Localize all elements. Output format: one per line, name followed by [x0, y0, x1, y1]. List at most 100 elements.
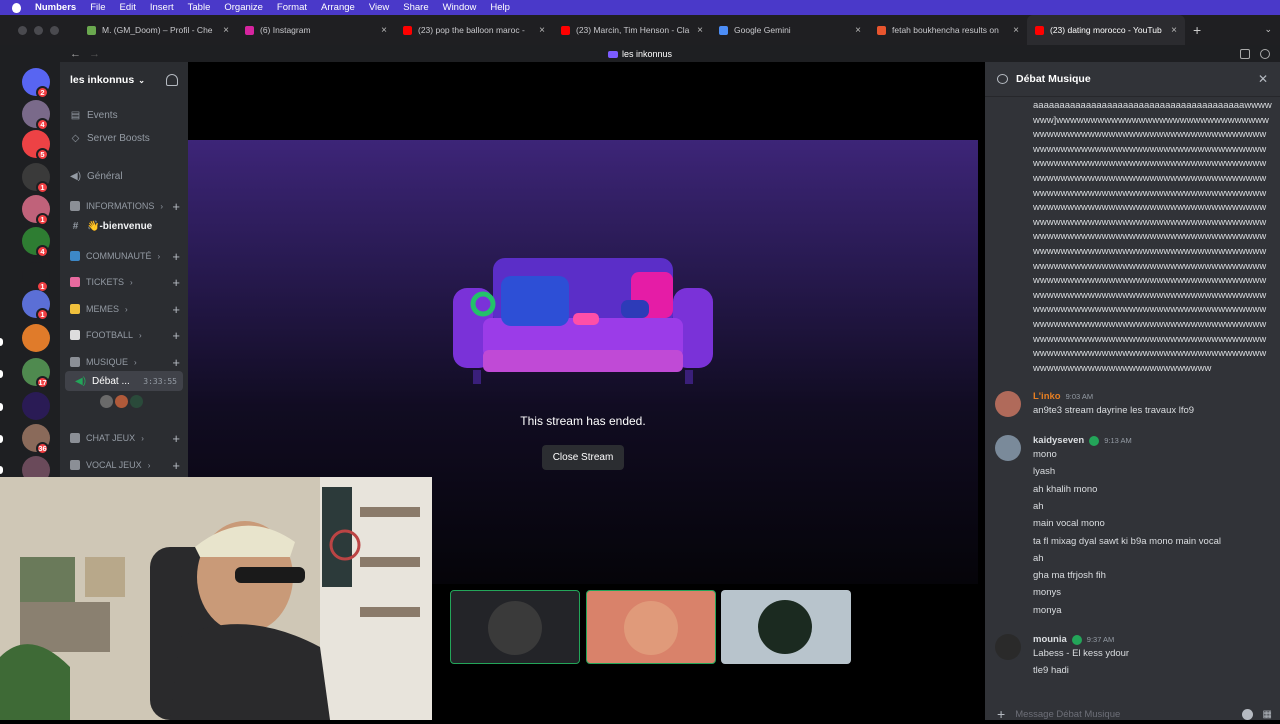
create-channel-plus-icon[interactable]: +: [172, 275, 180, 290]
close-tab-icon[interactable]: ×: [381, 25, 387, 36]
channel-label: Events: [87, 109, 118, 121]
server-header[interactable]: les inkonnus ⌄: [60, 62, 188, 98]
close-tab-icon[interactable]: ×: [855, 25, 861, 36]
participant-tile-3[interactable]: [721, 590, 851, 664]
message-timestamp: 9:13 AM: [1104, 436, 1132, 445]
user-avatar[interactable]: [995, 634, 1021, 660]
close-stream-button[interactable]: Close Stream: [542, 445, 624, 470]
menu-app-name[interactable]: Numbers: [35, 2, 76, 13]
tab-favicon-icon: [561, 25, 570, 35]
create-channel-plus-icon[interactable]: +: [172, 431, 180, 446]
channel-category[interactable]: TICKETS › +: [60, 272, 188, 292]
invite-user-icon[interactable]: [166, 74, 178, 86]
message-text: ah: [1033, 552, 1044, 564]
close-tab-icon[interactable]: ×: [1171, 25, 1177, 36]
channel-category[interactable]: VOCAL JEUX › +: [60, 455, 188, 475]
unread-badge: 4: [36, 118, 49, 131]
chevron-right-icon: ›: [125, 304, 128, 314]
message-author[interactable]: kaidyseven: [1033, 435, 1084, 446]
chevron-right-icon: ›: [134, 357, 137, 367]
new-tab-icon[interactable]: +: [1193, 22, 1201, 38]
verified-badge-icon: [1071, 634, 1082, 645]
participant-avatar[interactable]: [130, 395, 143, 408]
apple-menu-icon[interactable]: [12, 2, 21, 13]
server-link[interactable]: ▤ Events: [60, 105, 188, 125]
channel-category[interactable]: CHAT JEUX › +: [60, 428, 188, 448]
minimize-window-icon[interactable]: [34, 25, 43, 35]
participant-avatar[interactable]: [100, 395, 113, 408]
text-channel[interactable]: # 👋-bienvenue: [60, 216, 188, 236]
menu-file[interactable]: File: [90, 2, 105, 13]
apps-grid-icon[interactable]: ▦: [1263, 709, 1272, 720]
server-avatar-10-icon[interactable]: [22, 392, 50, 420]
chevron-right-icon: ›: [157, 251, 161, 261]
category-emoji-icon: [70, 201, 80, 211]
create-channel-plus-icon[interactable]: +: [172, 328, 180, 343]
participant-avatar: [624, 601, 678, 655]
close-chat-icon[interactable]: ✕: [1258, 72, 1268, 86]
help-icon[interactable]: [1260, 48, 1270, 59]
browser-tab[interactable]: (6) Instagram ×: [237, 15, 395, 45]
server-avatar-8-icon[interactable]: [22, 324, 50, 352]
channel-category[interactable]: MEMES › +: [60, 299, 188, 319]
menu-edit[interactable]: Edit: [120, 2, 136, 13]
browser-tab[interactable]: (23) Marcin, Tim Henson - Cla ×: [553, 15, 711, 45]
browser-tab[interactable]: (23) pop the balloon maroc - ×: [395, 15, 553, 45]
server-unread-pip: [0, 338, 3, 346]
participant-avatar[interactable]: [115, 395, 128, 408]
tab-search-chevron-icon[interactable]: ⌄: [1264, 24, 1272, 35]
participant-avatar: [758, 600, 812, 654]
channel-category[interactable]: COMMUNAUTÉ › +: [60, 246, 188, 266]
page-title: les inkonnus: [621, 48, 673, 59]
menu-format[interactable]: Format: [277, 2, 307, 13]
unread-badge: 1: [36, 181, 49, 194]
close-tab-icon[interactable]: ×: [1013, 25, 1019, 36]
message-text: main vocal mono: [1033, 518, 1105, 530]
channel-category[interactable]: FOOTBALL › +: [60, 325, 188, 345]
menu-organize[interactable]: Organize: [224, 2, 263, 13]
channel-category[interactable]: INFORMATIONS › +: [60, 196, 188, 216]
create-channel-plus-icon[interactable]: +: [172, 249, 180, 264]
category-label: MUSIQUE: [86, 357, 129, 367]
user-avatar[interactable]: [995, 435, 1021, 461]
page-title-bar: les inkonnus: [0, 49, 1280, 59]
browser-tab[interactable]: Google Gemini ×: [711, 15, 869, 45]
category-emoji-icon: [70, 357, 80, 367]
browser-tab[interactable]: M. (GM_Doom) – Profil - Che ×: [79, 15, 237, 45]
tab-favicon-icon: [245, 25, 254, 35]
zoom-window-icon[interactable]: [50, 25, 59, 35]
participant-avatar: [488, 601, 542, 655]
browser-tab[interactable]: (23) dating morocco - YouTub ×: [1027, 15, 1185, 45]
close-tab-icon[interactable]: ×: [223, 25, 229, 36]
create-channel-plus-icon[interactable]: +: [172, 199, 180, 214]
channel-category[interactable]: MUSIQUE › +: [60, 352, 188, 372]
voice-channel[interactable]: ◀) Général: [60, 166, 188, 186]
menu-insert[interactable]: Insert: [150, 2, 174, 13]
create-channel-plus-icon[interactable]: +: [172, 355, 180, 370]
message-input[interactable]: [1015, 708, 1232, 720]
message-author[interactable]: L'inko: [1033, 391, 1061, 402]
menu-view[interactable]: View: [369, 2, 389, 13]
voice-channel-active[interactable]: ◀) Débat ... 3:33:55: [65, 371, 183, 391]
menu-help[interactable]: Help: [490, 2, 510, 13]
user-avatar[interactable]: [995, 391, 1021, 417]
menu-window[interactable]: Window: [443, 2, 477, 13]
create-channel-plus-icon[interactable]: +: [172, 458, 180, 473]
participant-tile-2[interactable]: [586, 590, 716, 664]
create-channel-plus-icon[interactable]: +: [172, 302, 180, 317]
menu-arrange[interactable]: Arrange: [321, 2, 355, 13]
close-tab-icon[interactable]: ×: [539, 25, 545, 36]
channel-link-icon: ◇: [71, 132, 80, 144]
message-header: kaidyseven 9:13 AM: [1033, 435, 1132, 446]
close-window-icon[interactable]: [18, 25, 27, 35]
message-text: Labess - El kess ydour: [1033, 648, 1130, 659]
emoji-icon[interactable]: [1241, 708, 1253, 720]
participant-tile-1[interactable]: [450, 590, 580, 664]
close-tab-icon[interactable]: ×: [697, 25, 703, 36]
browser-tab[interactable]: fetah boukhencha results on ×: [869, 15, 1027, 45]
picture-in-picture-icon[interactable]: [1240, 48, 1250, 59]
menu-table[interactable]: Table: [188, 2, 211, 13]
menu-share[interactable]: Share: [403, 2, 428, 13]
message-author[interactable]: mounia: [1033, 634, 1067, 645]
server-link[interactable]: ◇ Server Boosts: [60, 128, 188, 148]
